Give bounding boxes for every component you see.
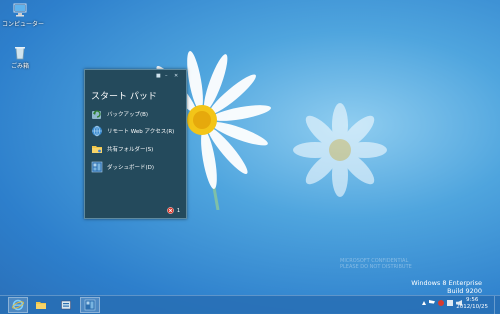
widget-options-icon[interactable]: ■ xyxy=(156,73,161,79)
widget-minimize-icon[interactable]: – xyxy=(165,73,168,79)
remote-web-access-icon xyxy=(92,125,102,137)
start-pad-item-label: リモート Web アクセス(R) xyxy=(107,129,175,135)
start-pad-item-dashboard[interactable]: ダッシュボード(D) xyxy=(91,160,181,174)
internet-explorer-icon xyxy=(12,299,24,311)
taskbar-button-internet-explorer[interactable] xyxy=(8,297,28,313)
alert-indicator[interactable]: 1 xyxy=(166,207,180,214)
action-center-flag-icon[interactable] xyxy=(429,300,435,304)
server-alert-icon[interactable] xyxy=(438,300,444,306)
desktop-icon-recycle-bin[interactable]: ごみ箱 xyxy=(2,44,38,70)
desktop-icon-computer[interactable]: コンピューター xyxy=(2,2,45,28)
desktop-icon-label: コンピューター xyxy=(2,21,45,28)
computer-icon xyxy=(13,3,27,17)
start-pad-item-backup[interactable]: バックアップ(B) xyxy=(91,107,181,121)
watermark-line: PLEASE DO NOT DISTRIBUTE xyxy=(340,264,412,270)
start-pad-item-label: バックアップ(B) xyxy=(107,112,149,118)
os-build: Build 9200 xyxy=(447,287,482,295)
os-edition: Windows 8 Enterprise xyxy=(411,279,482,287)
clock-date: 2012/10/25 xyxy=(456,304,488,310)
server-manager-icon xyxy=(61,300,71,310)
dashboard-icon xyxy=(84,299,96,311)
alert-count: 1 xyxy=(176,207,180,214)
dashboard-icon xyxy=(91,161,103,173)
wallpaper-flower-blurred xyxy=(293,103,387,197)
start-pad-widget: ■ – ✕ スタート パッド バックアップ(B) リモート Web アクセス(R… xyxy=(84,69,187,219)
confidential-watermark: MICROSOFT CONFIDENTIAL PLEASE DO NOT DIS… xyxy=(340,258,412,270)
taskbar: 9:56 2012/10/25 xyxy=(0,295,500,314)
start-pad-item-label: ダッシュボード(D) xyxy=(107,165,155,171)
taskbar-clock[interactable]: 9:56 2012/10/25 xyxy=(456,297,488,311)
build-info: Windows 8 Enterprise Build 9200 xyxy=(411,279,482,295)
shared-folder-icon xyxy=(92,146,102,153)
recycle-bin-icon xyxy=(15,47,25,60)
file-explorer-icon xyxy=(36,302,46,309)
widget-title: スタート パッド xyxy=(91,92,157,102)
backup-icon xyxy=(92,110,101,119)
show-hidden-icons-icon[interactable] xyxy=(422,301,426,305)
alert-error-icon xyxy=(166,207,174,214)
taskbar-button-file-explorer[interactable] xyxy=(31,297,51,313)
start-pad-item-shared-folders[interactable]: 共有フォルダー(S) xyxy=(91,142,181,156)
start-pad-item-label: 共有フォルダー(S) xyxy=(107,147,154,153)
widget-close-icon[interactable]: ✕ xyxy=(174,73,178,79)
taskbar-button-server-manager[interactable] xyxy=(56,297,76,313)
network-icon[interactable] xyxy=(447,300,453,306)
show-desktop-button[interactable] xyxy=(494,296,500,314)
taskbar-button-dashboard[interactable] xyxy=(80,297,100,313)
start-pad-item-remote-web-access[interactable]: リモート Web アクセス(R) xyxy=(91,124,181,138)
clock-time: 9:56 xyxy=(465,297,479,303)
desktop-icon-label: ごみ箱 xyxy=(10,63,29,70)
